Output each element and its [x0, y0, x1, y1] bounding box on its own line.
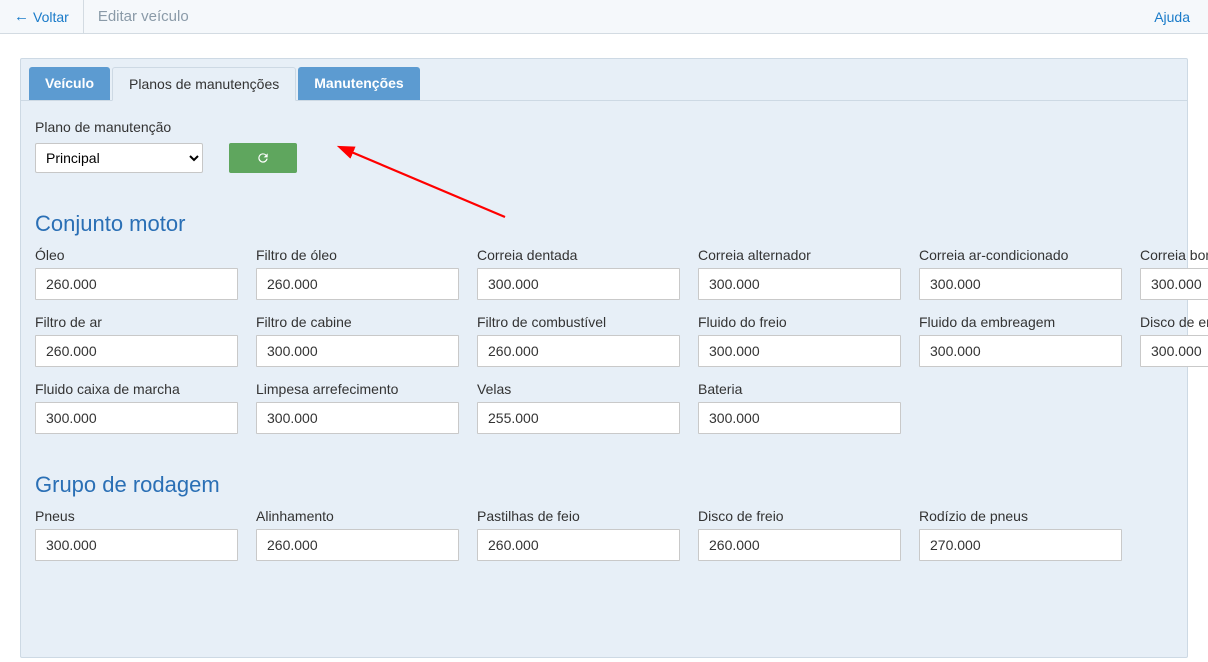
form-area: Plano de manutenção Principal Conjunto m…: [21, 101, 1187, 561]
field-disco-freio: Disco de freio: [698, 508, 901, 561]
tabs: Veículo Planos de manutenções Manutençõe…: [21, 59, 1187, 101]
field-alinhamento: Alinhamento: [256, 508, 459, 561]
field-filtro-combustivel: Filtro de combustível: [477, 314, 680, 367]
field-input-pastilhas-freio[interactable]: [477, 529, 680, 561]
field-input-fluido-embreagem[interactable]: [919, 335, 1122, 367]
plan-row: Principal: [35, 143, 1173, 173]
field-fluido-caixa: Fluido caixa de marcha: [35, 381, 238, 434]
field-input-filtro-combustivel[interactable]: [477, 335, 680, 367]
field-pneus: Pneus: [35, 508, 238, 561]
refresh-icon: [256, 151, 270, 165]
field-filtro-ar: Filtro de ar: [35, 314, 238, 367]
back-label: Voltar: [33, 9, 69, 25]
field-input-fluido-freio[interactable]: [698, 335, 901, 367]
field-correia-dentada: Correia dentada: [477, 247, 680, 300]
field-label: Disco de empresagem: [1140, 314, 1208, 330]
field-input-fluido-caixa[interactable]: [35, 402, 238, 434]
field-input-correia-bomba[interactable]: [1140, 268, 1208, 300]
tab-veiculo[interactable]: Veículo: [29, 67, 110, 100]
content-panel: Veículo Planos de manutenções Manutençõe…: [20, 58, 1188, 658]
topbar: ← Voltar Editar veículo Ajuda: [0, 0, 1208, 34]
field-disco-empresagem: Disco de empresagem: [1140, 314, 1208, 367]
field-correia-ar: Correia ar-condicionado: [919, 247, 1122, 300]
field-input-filtro-oleo[interactable]: [256, 268, 459, 300]
field-label: Pastilhas de feio: [477, 508, 680, 524]
field-grid-conjunto-motor: Óleo Filtro de óleo Correia dentada Corr…: [35, 247, 1173, 434]
field-label: Disco de freio: [698, 508, 901, 524]
field-label: Correia dentada: [477, 247, 680, 263]
field-input-correia-ar[interactable]: [919, 268, 1122, 300]
field-label: Filtro de cabine: [256, 314, 459, 330]
field-input-disco-empresagem[interactable]: [1140, 335, 1208, 367]
field-label: Filtro de óleo: [256, 247, 459, 263]
field-input-disco-freio[interactable]: [698, 529, 901, 561]
field-label: Correia bomba d'água: [1140, 247, 1208, 263]
section-title-grupo-rodagem: Grupo de rodagem: [35, 472, 1173, 498]
field-label: Fluido caixa de marcha: [35, 381, 238, 397]
field-input-pneus[interactable]: [35, 529, 238, 561]
field-label: Filtro de combustível: [477, 314, 680, 330]
field-input-correia-dentada[interactable]: [477, 268, 680, 300]
back-button[interactable]: ← Voltar: [0, 0, 84, 33]
field-label: Óleo: [35, 247, 238, 263]
field-filtro-oleo: Filtro de óleo: [256, 247, 459, 300]
tab-manutencoes[interactable]: Manutenções: [298, 67, 419, 100]
field-label: Filtro de ar: [35, 314, 238, 330]
field-rodizio-pneus: Rodízio de pneus: [919, 508, 1122, 561]
field-correia-bomba: Correia bomba d'água: [1140, 247, 1208, 300]
field-fluido-freio: Fluido do freio: [698, 314, 901, 367]
field-filtro-cabine: Filtro de cabine: [256, 314, 459, 367]
field-input-oleo[interactable]: [35, 268, 238, 300]
field-label: Alinhamento: [256, 508, 459, 524]
field-input-filtro-cabine[interactable]: [256, 335, 459, 367]
field-limpesa-arrefecimento: Limpesa arrefecimento: [256, 381, 459, 434]
field-input-rodizio-pneus[interactable]: [919, 529, 1122, 561]
page-title: Editar veículo: [84, 0, 203, 33]
field-input-alinhamento[interactable]: [256, 529, 459, 561]
field-label: Correia alternador: [698, 247, 901, 263]
help-link[interactable]: Ajuda: [1136, 0, 1208, 33]
field-label: Pneus: [35, 508, 238, 524]
field-input-bateria[interactable]: [698, 402, 901, 434]
field-label: Velas: [477, 381, 680, 397]
field-label: Correia ar-condicionado: [919, 247, 1122, 263]
field-label: Fluido da embreagem: [919, 314, 1122, 330]
field-input-limpesa-arrefecimento[interactable]: [256, 402, 459, 434]
plan-label: Plano de manutenção: [35, 119, 1173, 135]
field-correia-alternador: Correia alternador: [698, 247, 901, 300]
field-input-correia-alternador[interactable]: [698, 268, 901, 300]
field-fluido-embreagem: Fluido da embreagem: [919, 314, 1122, 367]
field-input-filtro-ar[interactable]: [35, 335, 238, 367]
arrow-left-icon: ←: [14, 9, 29, 24]
field-label: Limpesa arrefecimento: [256, 381, 459, 397]
field-label: Fluido do freio: [698, 314, 901, 330]
field-pastilhas-freio: Pastilhas de feio: [477, 508, 680, 561]
section-title-conjunto-motor: Conjunto motor: [35, 211, 1173, 237]
field-label: Rodízio de pneus: [919, 508, 1122, 524]
field-label: Bateria: [698, 381, 901, 397]
plan-select[interactable]: Principal: [35, 143, 203, 173]
field-bateria: Bateria: [698, 381, 901, 434]
field-velas: Velas: [477, 381, 680, 434]
tab-planos-manutencoes[interactable]: Planos de manutenções: [112, 67, 296, 101]
field-grid-grupo-rodagem: Pneus Alinhamento Pastilhas de feio Disc…: [35, 508, 1173, 561]
refresh-button[interactable]: [229, 143, 297, 173]
field-oleo: Óleo: [35, 247, 238, 300]
field-input-velas[interactable]: [477, 402, 680, 434]
